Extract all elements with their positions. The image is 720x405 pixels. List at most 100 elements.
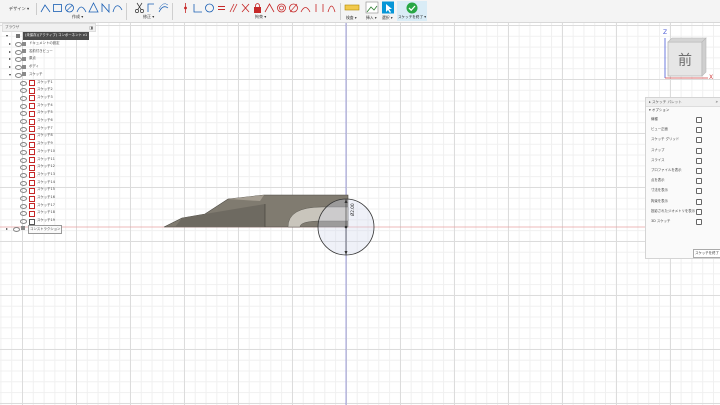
circle-icon[interactable] [64, 2, 75, 14]
visibility-eye-icon[interactable] [20, 180, 27, 186]
sketch-item[interactable]: スケッチ1 [2, 79, 94, 87]
parallel-icon[interactable] [228, 2, 239, 14]
visibility-eye-icon[interactable] [20, 211, 27, 217]
sketch-item[interactable]: スケッチ19 [2, 217, 94, 225]
expand-icon[interactable]: » [716, 98, 718, 106]
sketch-item[interactable]: スケッチ11 [2, 156, 94, 164]
sketch-item[interactable]: スケッチ3 [2, 94, 94, 102]
expand-arrow-icon[interactable]: ▸ [9, 40, 11, 48]
extend-icon[interactable] [146, 2, 157, 14]
spline-icon[interactable] [112, 2, 123, 14]
visibility-eye-icon[interactable] [20, 134, 27, 140]
expand-arrow-icon[interactable]: ▸ [6, 225, 8, 233]
visibility-eye-icon[interactable] [15, 65, 22, 71]
coincident-icon[interactable] [180, 2, 191, 14]
visibility-eye-icon[interactable] [20, 196, 27, 201]
rectangle-icon[interactable] [52, 2, 63, 14]
fix-lock-icon[interactable] [252, 2, 263, 14]
curvature-icon[interactable] [314, 2, 325, 14]
palette-option-checkbox[interactable] [696, 147, 702, 154]
tangent-icon[interactable] [204, 2, 215, 14]
expand-arrow-icon[interactable]: ▸ [9, 55, 11, 63]
options-section[interactable]: ▾ オプション [649, 108, 669, 113]
visibility-eye-icon[interactable] [20, 188, 27, 194]
line-icon[interactable] [40, 2, 51, 14]
workspace-dropdown[interactable]: デザイン ▾ [2, 3, 37, 15]
sketch-item[interactable]: スケッチ18 [2, 209, 94, 217]
palette-option-checkbox[interactable] [696, 157, 702, 164]
sketch-item[interactable]: スケッチ2 [2, 86, 94, 94]
polygon-icon[interactable] [88, 2, 99, 14]
visibility-eye-icon[interactable] [20, 157, 27, 163]
palette-option-checkbox[interactable] [696, 198, 702, 205]
equal-icon[interactable] [216, 2, 227, 14]
midpoint-icon[interactable] [264, 2, 275, 14]
constraints-menu[interactable]: 拘束 ▾ [255, 14, 266, 20]
browser-folder-row[interactable]: ▸ ドキュメントの設定 [2, 40, 94, 48]
create-menu[interactable]: 作成 ▾ [72, 14, 83, 20]
insert-image-icon[interactable] [364, 1, 380, 14]
visibility-eye-icon[interactable] [20, 142, 27, 148]
smooth-icon[interactable] [326, 2, 337, 14]
palette-option-checkbox[interactable] [696, 117, 702, 123]
palette-option-checkbox[interactable] [696, 137, 702, 144]
browser-folder-row[interactable]: ▸ ボディ [2, 63, 94, 71]
collinear-icon[interactable] [288, 2, 299, 14]
visibility-eye-icon[interactable] [13, 226, 20, 232]
slot-icon[interactable] [100, 2, 111, 14]
measure-icon[interactable] [344, 1, 360, 14]
browser-folder-row[interactable]: ▸ 原点 [2, 55, 94, 63]
sketch-item[interactable]: スケッチ16 [2, 194, 94, 202]
sketch-item[interactable]: スケッチ10 [2, 148, 94, 156]
palette-option-checkbox[interactable] [696, 219, 702, 225]
visibility-eye-icon[interactable] [20, 219, 27, 225]
expand-arrow-icon[interactable]: ▾ [9, 71, 11, 79]
viewport[interactable]: Ø2.00 [0, 23, 720, 405]
collapse-arrow-icon[interactable]: ▾ [6, 32, 8, 40]
sketch-item[interactable]: スケッチ5 [2, 109, 94, 117]
collapse-icon[interactable]: ◨ [89, 24, 93, 31]
visibility-eye-icon[interactable] [20, 149, 27, 155]
visibility-eye-icon[interactable] [20, 103, 27, 109]
finish-sketch-button[interactable]: スケッチを終了 ▾ [397, 1, 427, 21]
palette-header[interactable]: ▸ スケッチ パレット » [646, 98, 720, 107]
browser-document-row[interactable]: ▾ (未保存)(アクティブ) コンポーネント v1 [2, 32, 94, 40]
trim-scissors-icon[interactable] [134, 2, 145, 14]
sketch-item[interactable]: スケッチ15 [2, 186, 94, 194]
select-cursor-icon[interactable] [380, 1, 396, 14]
viewcube-face-front[interactable]: 前 [668, 50, 702, 70]
visibility-eye-icon[interactable] [20, 203, 27, 209]
visibility-eye-icon[interactable] [20, 80, 27, 86]
expand-arrow-icon[interactable]: ▸ [9, 63, 11, 71]
arc-icon[interactable] [76, 2, 87, 14]
expand-arrow-icon[interactable]: ▸ [9, 48, 11, 56]
construction-row[interactable]: ▸ コンストラクション [2, 224, 94, 235]
sketch-item[interactable]: スケッチ4 [2, 102, 94, 110]
visibility-eye-icon[interactable] [15, 57, 22, 63]
insert-menu[interactable]: 挿入 ▾ [366, 15, 377, 21]
viewcube[interactable]: 前 Z X [660, 28, 718, 86]
symmetry-icon[interactable] [300, 2, 311, 14]
palette-option-checkbox[interactable] [696, 127, 702, 134]
sketch-item[interactable]: スケッチ7 [2, 125, 94, 133]
inspect-menu[interactable]: 検査 ▾ [346, 15, 357, 21]
visibility-eye-icon[interactable] [20, 126, 27, 132]
select-menu[interactable]: 選択 ▾ [382, 15, 393, 21]
visibility-eye-icon[interactable] [20, 172, 27, 178]
sketch-item[interactable]: スケッチ13 [2, 171, 94, 179]
horizontal-vertical-icon[interactable] [192, 2, 203, 14]
visibility-eye-icon[interactable] [15, 72, 22, 78]
sketch-item[interactable]: スケッチ12 [2, 163, 94, 171]
visibility-eye-icon[interactable] [20, 165, 27, 171]
modify-menu[interactable]: 修正 ▾ [143, 14, 154, 20]
palette-option-checkbox[interactable] [696, 178, 702, 185]
offset-icon[interactable] [158, 2, 169, 14]
perpendicular-icon[interactable] [240, 2, 251, 14]
sketch-item[interactable]: スケッチ14 [2, 179, 94, 187]
visibility-eye-icon[interactable] [20, 95, 27, 101]
palette-option-checkbox[interactable] [696, 168, 702, 174]
palette-finish-button[interactable]: スケッチを終了 [693, 249, 720, 258]
visibility-eye-icon[interactable] [20, 88, 27, 94]
browser-folder-row[interactable]: ▸ 名前付きビュー [2, 48, 94, 56]
palette-option-checkbox[interactable] [696, 208, 702, 215]
